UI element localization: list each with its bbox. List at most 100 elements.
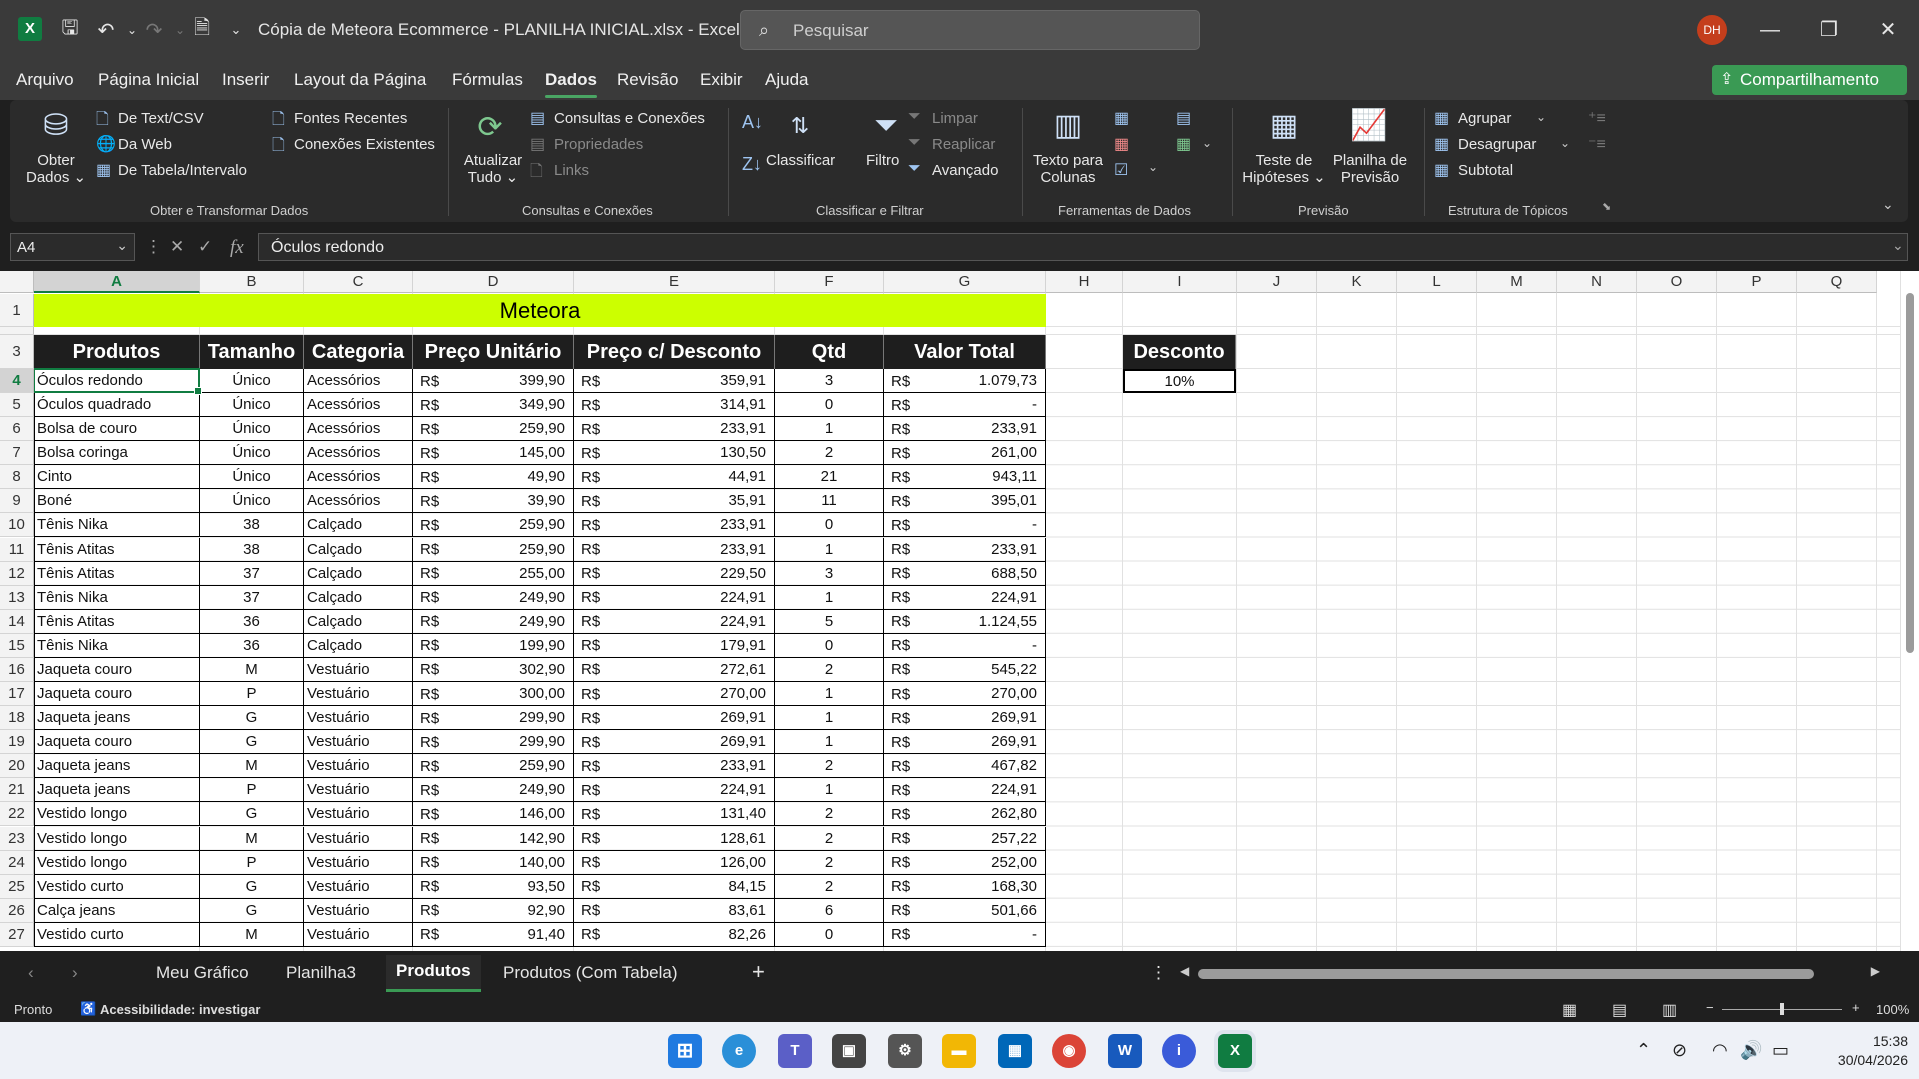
chrome-icon[interactable]: ◉ [1052,1034,1086,1068]
word-icon[interactable]: W [1108,1034,1142,1068]
zoom-in-icon[interactable]: + [1852,1000,1860,1015]
store-icon[interactable]: ▦ [998,1034,1032,1068]
cell-qtd[interactable]: 0 [775,922,884,947]
cell-categoria[interactable]: Calçado [304,585,413,610]
column-header-l[interactable]: L [1397,271,1477,293]
cell-qtd[interactable]: 2 [775,754,884,779]
recent-sources-button[interactable]: Fontes Recentes [294,110,407,127]
cell-qtd[interactable]: 1 [775,706,884,731]
row-header-25[interactable]: 25 [0,874,34,899]
row-header-1[interactable]: 1 [0,294,34,327]
cell-categoria[interactable]: Calçado [304,513,413,538]
cell-tamanho[interactable]: G [200,898,304,923]
validation-dropdown-icon[interactable]: ⌄ [1148,160,1158,174]
share-button[interactable]: Compartilhamento [1712,65,1907,95]
properties-button[interactable]: Propriedades [554,136,643,153]
row-header-2[interactable]: 2 [0,327,34,335]
cell-qtd[interactable]: 0 [775,513,884,538]
column-header-h[interactable]: H [1046,271,1123,293]
edge-icon[interactable]: e [722,1034,756,1068]
row-header-20[interactable]: 20 [0,754,34,779]
cell-tamanho[interactable]: 37 [200,561,304,586]
cell-categoria[interactable]: Acessórios [304,369,413,393]
cell-categoria[interactable]: Vestuário [304,754,413,779]
windows-start-icon[interactable]: ⊞ [668,1034,702,1068]
battery-icon[interactable]: ▭ [1772,1040,1789,1061]
page-layout-view-icon[interactable]: ▤ [1612,1000,1627,1020]
cell-qtd[interactable]: 0 [775,393,884,418]
from-text-csv-button[interactable]: De Text/CSV [118,110,204,127]
search-box[interactable]: ⌕ Pesquisar [740,10,1200,50]
from-web-button[interactable]: Da Web [118,136,172,153]
cell-categoria[interactable]: Vestuário [304,826,413,851]
cell-produto[interactable]: Tênis Nika [34,585,200,610]
volume-icon[interactable]: 🔊 [1740,1040,1762,1061]
table-header-cell[interactable]: Tamanho [200,335,304,369]
wifi-icon[interactable]: ◠ [1712,1040,1728,1061]
cell-produto[interactable]: Jaqueta couro [34,730,200,755]
column-header-b[interactable]: B [200,271,304,293]
table-header-cell[interactable]: Preço c/ Desconto [574,335,775,369]
group-dropdown-icon[interactable]: ⌄ [1536,110,1546,124]
cell-categoria[interactable]: Vestuário [304,898,413,923]
column-header-q[interactable]: Q [1797,271,1877,293]
clock[interactable]: 15:38 30/04/2026 [1808,1032,1908,1070]
restore-icon[interactable]: ❐ [1809,12,1849,48]
app-icon[interactable]: ▣ [832,1034,866,1068]
text-to-columns-button[interactable]: Texto para Colunas [1030,152,1106,186]
formula-input[interactable]: Óculos redondo [258,233,1908,261]
row-header-19[interactable]: 19 [0,730,34,755]
cell-categoria[interactable]: Vestuário [304,657,413,682]
cell-categoria[interactable]: Acessórios [304,465,413,490]
cell-produto[interactable]: Tênis Nika [34,513,200,538]
from-table-button[interactable]: De Tabela/Intervalo [118,162,247,179]
row-header-18[interactable]: 18 [0,706,34,731]
cell-produto[interactable]: Tênis Atitas [34,537,200,562]
excel-taskbar-icon[interactable]: X [1218,1034,1252,1068]
discount-label[interactable]: Desconto [1123,335,1236,369]
name-box-dropdown-icon[interactable]: ⌄ [116,237,128,254]
close-icon[interactable]: ✕ [1868,12,1908,48]
cell-produto[interactable]: Boné [34,489,200,514]
save-icon[interactable]: 🖫 [56,16,84,44]
table-header-cell[interactable]: Preço Unitário [413,335,574,369]
row-header-23[interactable]: 23 [0,826,34,851]
cell-produto[interactable]: Tênis Atitas [34,561,200,586]
cell-produto[interactable]: Vestido curto [34,922,200,947]
tab-p-gina-inicial[interactable]: Página Inicial [98,70,199,90]
cell-tamanho[interactable]: P [200,682,304,707]
cell-categoria[interactable]: Acessórios [304,417,413,442]
settings-icon[interactable]: ⚙ [888,1034,922,1068]
name-box[interactable]: A4 ⌄ [10,233,135,261]
row-header-16[interactable]: 16 [0,657,34,682]
redo-icon[interactable]: ↷ [140,16,168,44]
cell-tamanho[interactable]: Único [200,465,304,490]
cell-categoria[interactable]: Vestuário [304,874,413,899]
sort-asc-icon[interactable]: A↓ [742,112,763,133]
data-validation-icon[interactable]: ☑ [1114,160,1128,180]
cell-produto[interactable]: Jaqueta jeans [34,754,200,779]
sheet-tab-meu-gr-fico[interactable]: Meu Gráfico [156,963,249,983]
tab-revis-o[interactable]: Revisão [617,70,678,90]
table-header-cell[interactable]: Valor Total [884,335,1046,369]
cell-qtd[interactable]: 1 [775,537,884,562]
cell-tamanho[interactable]: 38 [200,537,304,562]
cell-tamanho[interactable]: 36 [200,609,304,634]
accessibility-status[interactable]: Acessibilidade: investigar [100,1002,260,1017]
worksheet-grid[interactable]: Meteora Produtos Tamanho Categoria Preço Uni… [0,271,1919,951]
row-header-4[interactable]: 4 [0,369,34,393]
cell-qtd[interactable]: 2 [775,874,884,899]
cell-produto[interactable]: Jaqueta jeans [34,778,200,803]
zoom-out-icon[interactable]: − [1706,1000,1714,1015]
cell-tamanho[interactable]: M [200,826,304,851]
zoom-level[interactable]: 100% [1876,1002,1909,1017]
expand-formula-icon[interactable]: ⌄ [1892,237,1904,254]
tab-layout-da-p-gina[interactable]: Layout da Página [294,70,426,90]
row-header-12[interactable]: 12 [0,561,34,586]
network-off-icon[interactable]: ⊘ [1672,1040,1687,1061]
column-header-f[interactable]: F [775,271,884,293]
cell-qtd[interactable]: 2 [775,826,884,851]
group-button[interactable]: Agrupar [1458,110,1511,127]
scroll-right-icon[interactable]: ▶ [1871,964,1880,978]
sheet-tab-planilha3[interactable]: Planilha3 [286,963,356,983]
